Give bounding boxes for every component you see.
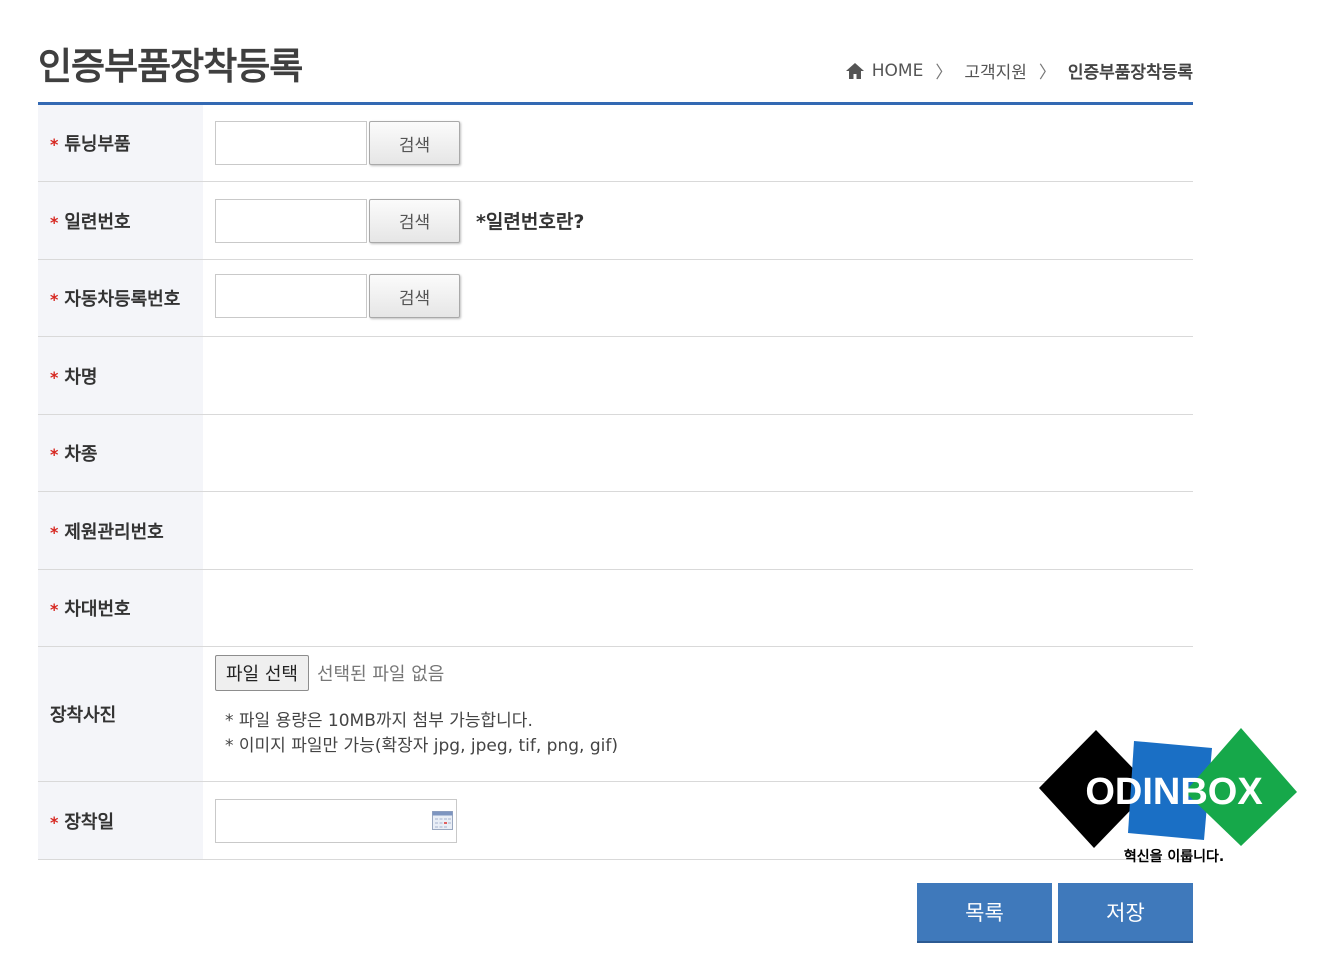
breadcrumb-level1[interactable]: 고객지원 [964,58,1027,83]
registration-form: * 튜닝부품 검색 * 일련번호 검색 *일련번호란? * 자동차등록번호 검색 * 차… [38,102,1193,860]
chevron-right-icon: 〉 [1038,63,1056,83]
required-mark: * [50,600,59,619]
serial-help-link[interactable]: *일련번호란? [476,207,584,234]
label-plate: 자동차등록번호 [64,289,181,310]
tuning-part-input[interactable] [215,121,367,165]
file-status: 선택된 파일 없음 [316,664,445,685]
form-row-install-date: * 장착일 [38,781,1193,860]
label-serial: 일련번호 [64,211,131,233]
required-mark: * [50,812,59,832]
label-spec-number: 제원관리번호 [64,521,164,543]
form-row-plate: * 자동차등록번호 검색 [38,259,1193,337]
serial-search-button[interactable]: 검색 [369,198,460,243]
car-name-value [203,336,1193,415]
car-type-value [203,414,1193,492]
logo-brand-text: ODINBOX [1085,771,1263,813]
required-mark: * [50,290,59,309]
required-mark: * [50,135,59,154]
label-car-type: 차종 [64,444,98,465]
label-photo: 장착사진 [50,705,117,726]
install-date-input[interactable] [215,798,457,843]
form-row-car-type: * 차종 [38,414,1193,492]
required-mark: * [50,522,59,542]
required-mark: * [50,367,59,387]
serial-input[interactable] [215,198,367,243]
chevron-right-icon: 〉 [935,63,953,83]
tuning-part-search-button[interactable]: 검색 [369,121,460,165]
form-row-vin: * 차대번호 [38,569,1193,647]
plate-number-input[interactable] [215,274,367,318]
breadcrumb-current: 인증부품장착등록 [1067,63,1193,83]
home-icon[interactable] [845,61,865,81]
file-select-button[interactable]: 파일 선택 [215,655,309,691]
label-vin: 차대번호 [64,599,131,620]
odinbox-logo: ODINBOX 혁신을 이룹니다. [1039,728,1297,865]
form-row-serial: * 일련번호 검색 *일련번호란? [38,181,1193,260]
form-row-car-name: * 차명 [38,336,1193,415]
label-tuning-part: 튜닝부품 [64,134,131,155]
calendar-icon[interactable] [432,810,453,830]
save-button[interactable]: 저장 [1058,883,1193,943]
page-title: 인증부품장착등록 [38,45,303,88]
label-install-date: 장착일 [64,811,115,833]
plate-search-button[interactable]: 검색 [369,274,460,318]
form-row-tuning-part: * 튜닝부품 검색 [38,103,1193,182]
label-car-name: 차명 [64,366,98,388]
spec-number-value [203,491,1193,570]
form-row-photo: 장착사진 파일 선택 선택된 파일 없음 * 파일 용량은 10MB까지 첨부 … [38,646,1193,782]
breadcrumb-home[interactable]: HOME [872,61,924,81]
required-mark: * [50,445,59,464]
required-mark: * [50,212,59,232]
breadcrumb: HOME 〉 고객지원 〉 인증부품장착등록 [845,58,1193,83]
logo-slogan-text: 혁신을 이룹니다. [1124,848,1224,865]
vin-value [203,569,1193,647]
list-button[interactable]: 목록 [917,883,1052,943]
form-row-spec-number: * 제원관리번호 [38,491,1193,570]
